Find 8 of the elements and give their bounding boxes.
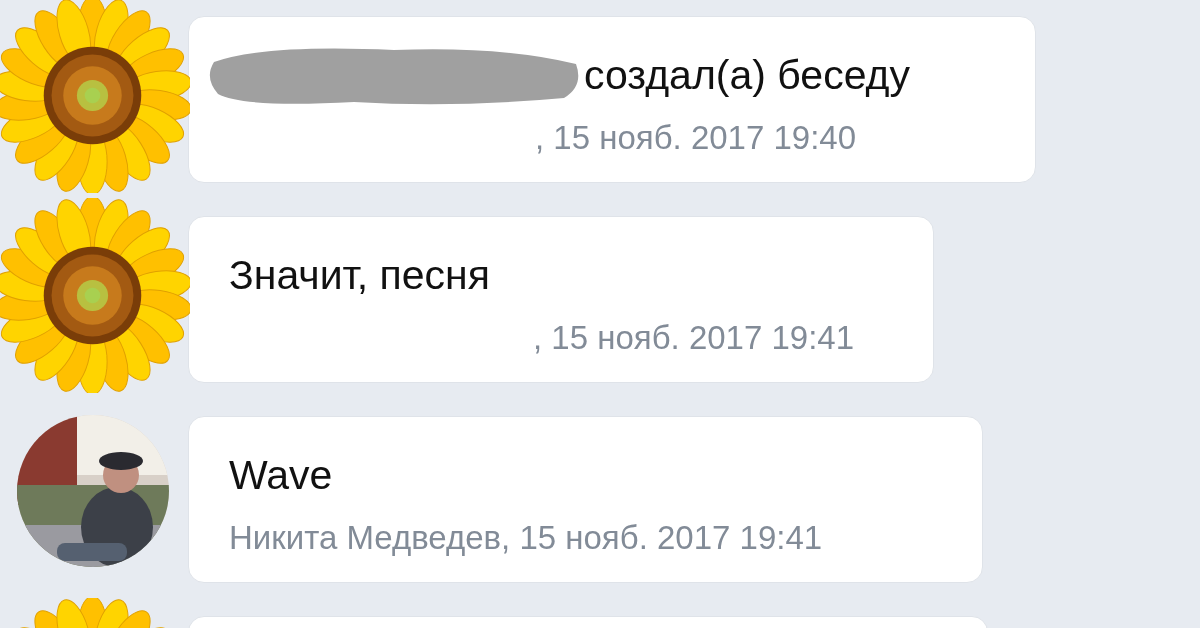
message-meta: Никита Медведев, 15 нояб. 2017 19:41 [229, 519, 823, 557]
sunflower-avatar[interactable] [0, 0, 190, 193]
message-text: Значит, песня [229, 251, 490, 299]
message-text: Wave [229, 451, 333, 499]
sunflower-avatar[interactable] [0, 198, 190, 393]
message-meta: , 15 нояб. 2017 19:41 [533, 319, 855, 357]
message-meta: , 15 нояб. 2017 19:40 [535, 119, 857, 157]
message-text: создал(а) беседу [584, 51, 910, 99]
